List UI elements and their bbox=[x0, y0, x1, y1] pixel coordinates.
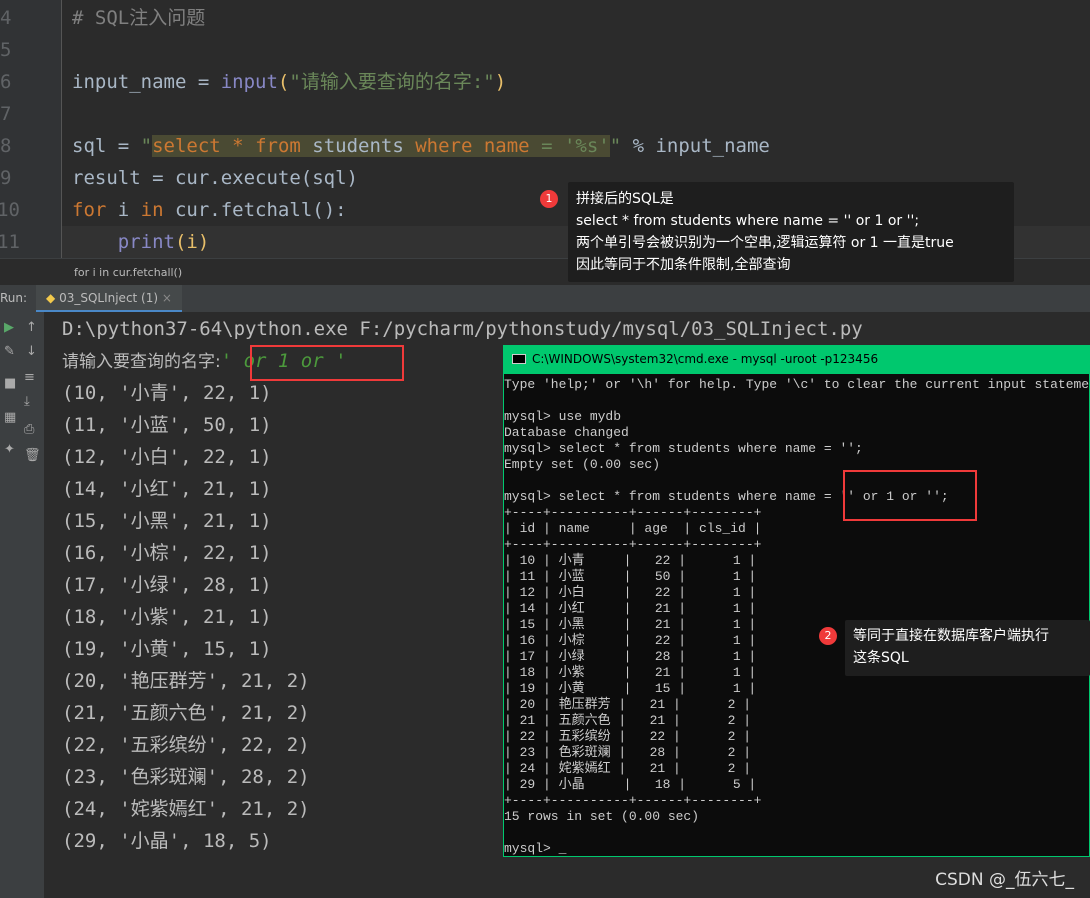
cmd-console-text: Type 'help;' or '\h' for help. Type '\c'… bbox=[504, 377, 1089, 856]
code-token: sql = bbox=[72, 135, 141, 157]
run-side-toolbar: ▶ ↑ ↓ ✎ ≡ ■ ⤓ ▦ ⎙ ✦ 🗑 bbox=[0, 312, 45, 898]
code-token: ( bbox=[277, 71, 290, 93]
code-token: " bbox=[140, 135, 153, 157]
output-row: (21, '五颜六色', 21, 2) bbox=[62, 702, 310, 724]
annotation-line: 两个单引号会被识别为一个空串,逻辑运算符 or 1 一直是true bbox=[576, 235, 954, 251]
up-icon[interactable]: ↑ bbox=[26, 320, 37, 335]
annotation-line: select * from students where name = '' o… bbox=[576, 213, 920, 229]
line-number: 6 bbox=[0, 71, 12, 93]
stop-icon[interactable]: ■ bbox=[4, 376, 16, 391]
code-token: in bbox=[140, 199, 164, 221]
run-toolbar: Run: ◆ 03_SQLInject (1) × bbox=[0, 285, 1090, 312]
cmd-title-bar: C:\WINDOWS\system32\cmd.exe - mysql -uro… bbox=[504, 346, 1089, 374]
code-token: for bbox=[72, 199, 107, 221]
line-number: 7 bbox=[0, 103, 12, 125]
highlight-box bbox=[843, 470, 977, 521]
line-gutter: 4 5 6 7 8 9 10 11 bbox=[0, 0, 62, 258]
cmd-window[interactable]: C:\WINDOWS\system32\cmd.exe - mysql -uro… bbox=[503, 345, 1090, 857]
annotation-tooltip: 拼接后的SQL是 select * from students where na… bbox=[568, 182, 1014, 282]
print-icon[interactable]: ⎙ bbox=[24, 422, 34, 437]
annotation-line: 等同于直接在数据库客户端执行 bbox=[853, 628, 1049, 644]
code-token: i bbox=[106, 199, 141, 221]
layout-icon[interactable]: ▦ bbox=[4, 410, 16, 425]
line-number: 11 bbox=[0, 231, 20, 253]
run-label: Run: bbox=[0, 291, 28, 305]
rerun-icon[interactable]: ▶ bbox=[4, 320, 14, 335]
output-row: (15, '小黑', 21, 1) bbox=[62, 510, 272, 532]
code-token: input bbox=[220, 71, 278, 93]
code-token: * bbox=[220, 135, 256, 157]
code-token: where bbox=[415, 135, 473, 157]
output-row: (29, '小晶', 18, 5) bbox=[62, 830, 272, 852]
code-token: " bbox=[609, 135, 622, 157]
down-icon[interactable]: ↓ bbox=[26, 344, 37, 359]
pin-icon[interactable]: ✦ bbox=[4, 442, 15, 457]
python-icon: ◆ bbox=[46, 291, 56, 305]
wrench-icon[interactable]: ✎ bbox=[4, 344, 15, 359]
line-number: 5 bbox=[0, 39, 12, 61]
annotation-line: 这条SQL bbox=[853, 650, 909, 666]
code-line-4: # SQL注入问题 bbox=[72, 7, 206, 29]
annotation-badge: 2 bbox=[819, 627, 837, 645]
annotation-badge: 1 bbox=[540, 190, 558, 208]
line-number: 10 bbox=[0, 199, 20, 221]
output-row: (23, '色彩斑斓', 28, 2) bbox=[62, 766, 310, 788]
output-prompt: 请输入要查询的名字: bbox=[62, 352, 221, 372]
output-row: (19, '小黄', 15, 1) bbox=[62, 638, 272, 660]
cmd-icon bbox=[512, 354, 526, 364]
code-token: input_name = bbox=[72, 71, 221, 93]
line-number: 4 bbox=[0, 7, 12, 29]
watermark: CSDN @_伍六七_ bbox=[935, 870, 1074, 890]
output-row: (24, '姹紫嫣红', 21, 2) bbox=[62, 798, 310, 820]
code-token: (i) bbox=[174, 231, 210, 253]
output-row: (22, '五彩缤纷', 22, 2) bbox=[62, 734, 310, 756]
cmd-title: C:\WINDOWS\system32\cmd.exe - mysql -uro… bbox=[532, 352, 879, 366]
code-line-9: result = cur.execute(sql) bbox=[72, 167, 358, 189]
code-token: print bbox=[117, 231, 175, 253]
output-cmdline: D:\python37-64\python.exe F:/pycharm/pyt… bbox=[62, 318, 863, 340]
highlight-box bbox=[250, 345, 404, 381]
code-line-6: input_name = input("请输入要查询的名字:") bbox=[72, 66, 506, 98]
output-row: (14, '小红', 21, 1) bbox=[62, 478, 272, 500]
trash-icon[interactable]: 🗑 bbox=[24, 448, 41, 463]
code-token: ) bbox=[494, 71, 507, 93]
line-number: 9 bbox=[0, 167, 12, 189]
soft-wrap-icon[interactable]: ≡ bbox=[24, 370, 35, 385]
run-tab-label: 03_SQLInject (1) bbox=[59, 291, 159, 305]
output-row: (18, '小紫', 21, 1) bbox=[62, 606, 272, 628]
line-number: 8 bbox=[0, 135, 12, 157]
run-tab[interactable]: ◆ 03_SQLInject (1) × bbox=[36, 285, 182, 312]
code-line-8: sql = "select * from students where name… bbox=[72, 130, 770, 162]
code-token: select bbox=[152, 135, 221, 157]
code-token: "请输入要查询的名字:" bbox=[289, 71, 495, 93]
output-row: (10, '小青', 22, 1) bbox=[62, 382, 272, 404]
code-token: % input_name bbox=[621, 135, 770, 157]
output-row: (20, '艳压群芳', 21, 2) bbox=[62, 670, 310, 692]
annotation-tooltip: 等同于直接在数据库客户端执行 这条SQL bbox=[845, 620, 1090, 676]
output-row: (12, '小白', 22, 1) bbox=[62, 446, 272, 468]
output-row: (11, '小蓝', 50, 1) bbox=[62, 414, 272, 436]
code-token: cur.fetchall(): bbox=[163, 199, 347, 221]
code-line-10: for i in cur.fetchall(): bbox=[72, 194, 347, 226]
code-line-11: print(i) bbox=[72, 226, 210, 258]
annotation-line: 因此等同于不加条件限制,全部查询 bbox=[576, 257, 791, 273]
scroll-to-end-icon[interactable]: ⤓ bbox=[24, 394, 30, 409]
code-token: = '%s' bbox=[529, 135, 610, 157]
code-token: from bbox=[255, 135, 301, 157]
close-icon[interactable]: × bbox=[162, 291, 172, 305]
output-row: (16, '小棕', 22, 1) bbox=[62, 542, 272, 564]
code-token: students bbox=[300, 135, 416, 157]
code-token: name bbox=[472, 135, 530, 157]
output-row: (17, '小绿', 28, 1) bbox=[62, 574, 272, 596]
annotation-line: 拼接后的SQL是 bbox=[576, 191, 674, 207]
